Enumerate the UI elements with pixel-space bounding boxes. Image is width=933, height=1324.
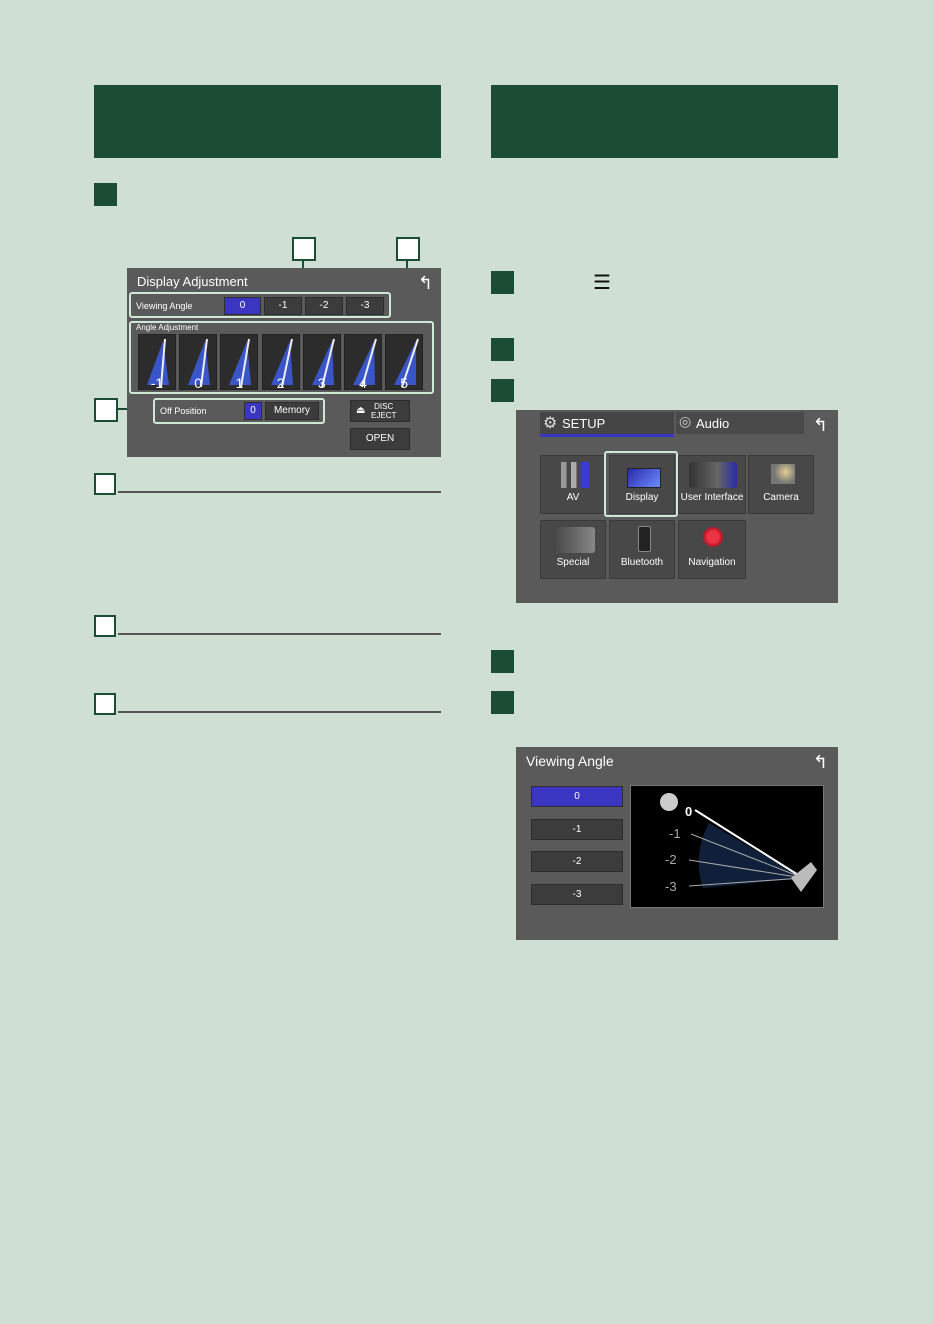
setup-item-special[interactable]: Special	[540, 520, 606, 579]
setup-item-label: User Interface	[680, 492, 744, 503]
menu-icon: ☰	[593, 272, 611, 294]
setup-item-navigation[interactable]: Navigation	[678, 520, 746, 579]
callout-marker	[292, 237, 316, 261]
viewing-angle-option[interactable]: 0	[531, 786, 623, 807]
tab-audio-label: Audio	[696, 416, 730, 431]
step-marker	[491, 379, 514, 402]
diagram-label: -1	[669, 826, 681, 841]
viewing-angle-option[interactable]: -2	[305, 297, 343, 315]
open-button[interactable]: OPEN	[350, 428, 410, 450]
step-marker	[94, 183, 117, 206]
angle-adjustment-option[interactable]: -1	[138, 334, 176, 390]
angle-adjustment-option[interactable]: 4	[344, 334, 382, 390]
diagram-label: 0	[685, 804, 692, 819]
angle-adjustment-option[interactable]: 1	[220, 334, 259, 390]
gear-icon: ⚙	[543, 415, 558, 432]
item-marker	[94, 615, 116, 637]
item-rule	[118, 633, 441, 635]
setup-item-label: Special	[556, 557, 590, 568]
viewing-angle-option[interactable]: -1	[264, 297, 302, 315]
item-marker	[94, 693, 116, 715]
angle-adjustment-value: 1	[235, 375, 244, 390]
viewing-angle-label: Viewing Angle	[136, 301, 193, 311]
step-marker	[491, 271, 514, 294]
back-icon[interactable]: ↰	[813, 415, 828, 436]
diagram-label: -2	[665, 852, 677, 867]
setup-item-camera[interactable]: Camera	[748, 455, 814, 514]
panel-title: Viewing Angle	[526, 753, 614, 769]
setup-item-label: AV	[566, 492, 580, 503]
setup-item-bluetooth[interactable]: Bluetooth	[609, 520, 675, 579]
camera-icon	[771, 464, 795, 484]
memory-button[interactable]: Memory	[265, 402, 319, 420]
back-icon[interactable]: ↰	[813, 752, 828, 773]
eject-icon: ⏏	[356, 405, 366, 416]
viewing-angle-diagram-svg: 0 -1 -2 -3	[660, 793, 817, 894]
setup-item-av[interactable]: AV	[540, 455, 606, 514]
navigation-icon	[703, 527, 723, 547]
display-highlight	[604, 451, 678, 517]
viewing-angle-diagram: 0 -1 -2 -3	[630, 785, 824, 908]
viewing-angle-option[interactable]: -3	[531, 884, 623, 905]
angle-adjustment-option[interactable]: 0	[179, 334, 218, 390]
step-marker	[491, 650, 514, 673]
diagram-label: -3	[665, 879, 677, 894]
viewing-cone	[698, 823, 803, 888]
display-adjustment-panel: Display Adjustment ↰ Viewing Angle 0 -1 …	[127, 268, 441, 457]
viewing-angle-option[interactable]: -1	[531, 819, 623, 840]
item-rule	[118, 711, 441, 713]
viewing-angle-panel: Viewing Angle ↰ 0 -1 -2 -3 0 -1 -2 -3	[516, 747, 838, 940]
angle-adjustment-value: 3	[317, 375, 326, 390]
angle-adjustment-option[interactable]: 5	[385, 334, 424, 390]
angle-adjustment-value: -1	[150, 375, 164, 390]
off-position-value: 0	[244, 402, 262, 420]
setup-item-label: Navigation	[688, 557, 736, 568]
disc-eject-button[interactable]: ⏏ DISC EJECT	[350, 400, 410, 422]
angle-adjustment-label: Angle Adjustment	[136, 323, 199, 332]
item-marker	[94, 473, 116, 495]
user-interface-icon	[689, 462, 737, 488]
angle-adjustment-option[interactable]: 3	[302, 334, 341, 390]
step-marker	[491, 338, 514, 361]
setup-panel: ⚙ SETUP ◎ Audio ↰ AV Display User Interf…	[516, 410, 838, 603]
tab-audio[interactable]: ◎ Audio	[676, 412, 804, 434]
viewing-angle-option[interactable]: -3	[346, 297, 384, 315]
step-marker	[491, 691, 514, 714]
angle-adjustment-value: 4	[359, 375, 367, 390]
special-icon	[553, 527, 595, 553]
bluetooth-icon	[638, 526, 651, 552]
angle-adjustment-value: 2	[276, 375, 285, 390]
setup-item-user-interface[interactable]: User Interface	[678, 455, 746, 514]
left-section-header	[94, 85, 441, 158]
right-section-header	[491, 85, 838, 158]
callout-marker	[94, 398, 118, 422]
callout-marker	[396, 237, 420, 261]
panel-title: Display Adjustment	[137, 274, 248, 289]
head-icon	[660, 793, 678, 811]
back-icon[interactable]: ↰	[418, 273, 433, 294]
item-rule	[118, 491, 441, 493]
tab-setup[interactable]: ⚙ SETUP	[540, 412, 674, 437]
angle-adjustment-value: 0	[194, 375, 203, 390]
viewing-angle-option[interactable]: -2	[531, 851, 623, 872]
viewing-angle-option[interactable]: 0	[224, 297, 261, 315]
setup-item-label: Bluetooth	[620, 557, 664, 568]
speaker-icon: ◎	[679, 413, 692, 429]
disc-eject-label: DISC EJECT	[371, 402, 397, 420]
angle-adjustment-option[interactable]: 2	[261, 334, 300, 390]
angle-adjustment-value: 5	[400, 375, 409, 390]
av-icon	[561, 462, 589, 488]
screen-icon	[791, 862, 817, 892]
tab-setup-label: SETUP	[562, 416, 606, 431]
setup-item-label: Camera	[763, 492, 799, 503]
off-position-label: Off Position	[160, 406, 207, 416]
